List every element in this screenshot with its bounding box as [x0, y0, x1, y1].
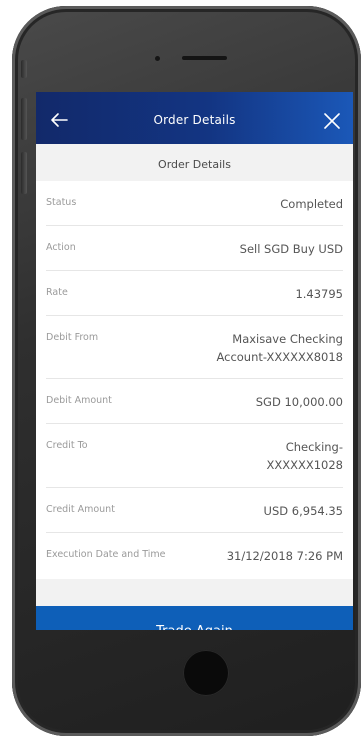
- detail-value: Checking- XXXXXX1028: [266, 440, 343, 472]
- detail-row-debit-amount: Debit Amount SGD 10,000.00: [46, 379, 343, 424]
- order-details-content: Order Details Status Completed Action Se…: [36, 144, 353, 606]
- detail-label: Action: [46, 242, 76, 253]
- front-camera: [155, 56, 160, 61]
- app-header: Order Details: [36, 92, 353, 144]
- mute-switch: [21, 60, 27, 78]
- detail-row-credit-amount: Credit Amount USD 6,954.35: [46, 488, 343, 533]
- detail-label: Debit From: [46, 332, 99, 343]
- detail-label: Debit Amount: [46, 395, 112, 406]
- details-list: Status Completed Action Sell SGD Buy USD…: [36, 181, 353, 579]
- detail-label: Status: [46, 197, 77, 208]
- detail-label: Credit To: [46, 440, 88, 451]
- earpiece-speaker: [182, 56, 227, 60]
- detail-row-credit-to: Credit To Checking- XXXXXX1028: [46, 424, 343, 488]
- home-button[interactable]: [183, 650, 229, 696]
- detail-label: Rate: [46, 287, 68, 298]
- detail-value: SGD 10,000.00: [255, 395, 343, 409]
- volume-down-button: [21, 152, 27, 194]
- device-mockup: Order Details Order Details Status Compl…: [0, 0, 363, 741]
- detail-row-execution-time: Execution Date and Time 31/12/2018 7:26 …: [46, 533, 343, 579]
- app-screen: Order Details Order Details Status Compl…: [36, 92, 353, 630]
- page-title: Order Details: [153, 113, 236, 127]
- detail-row-status: Status Completed: [46, 181, 343, 226]
- detail-value: USD 6,954.35: [263, 504, 343, 518]
- detail-value: Sell SGD Buy USD: [239, 242, 343, 256]
- detail-value: 1.43795: [295, 287, 343, 301]
- detail-value: Completed: [280, 197, 343, 211]
- detail-value: 31/12/2018 7:26 PM: [226, 549, 343, 563]
- close-icon[interactable]: [323, 112, 341, 130]
- detail-row-rate: Rate 1.43795: [46, 271, 343, 316]
- section-title: Order Details: [36, 144, 353, 181]
- detail-value: Maxisave Checking Account-XXXXXX8018: [216, 332, 343, 364]
- detail-label: Execution Date and Time: [46, 549, 166, 560]
- volume-up-button: [21, 98, 27, 140]
- detail-row-debit-from: Debit From Maxisave Checking Account-XXX…: [46, 316, 343, 379]
- trade-again-button[interactable]: Trade Again: [36, 606, 353, 630]
- detail-label: Credit Amount: [46, 504, 115, 515]
- detail-row-action: Action Sell SGD Buy USD: [46, 226, 343, 271]
